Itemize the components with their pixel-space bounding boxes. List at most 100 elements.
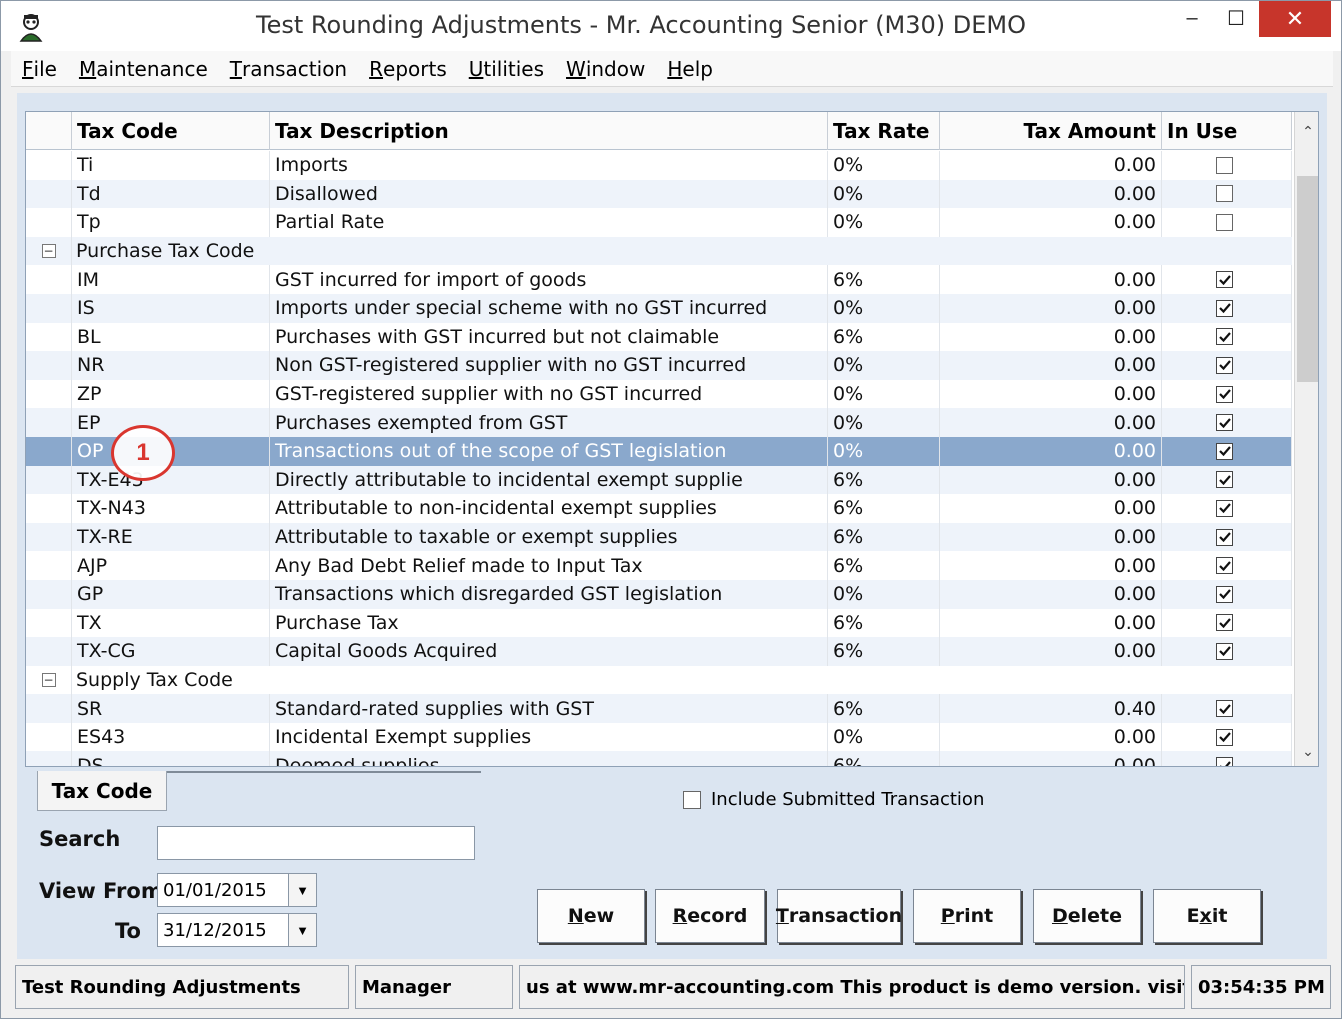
table-row[interactable]: BL Purchases with GST incurred but not cl… bbox=[26, 322, 1292, 352]
row-indicator bbox=[26, 608, 72, 638]
table-row[interactable]: ZP GST-registered supplier with no GST in… bbox=[26, 379, 1292, 409]
table-row[interactable]: IM GST incurred for import of goods 6% 0.00 bbox=[26, 265, 1292, 294]
table-row[interactable]: Tp Partial Rate 0% 0.00 bbox=[26, 208, 1292, 237]
in-use-checkbox[interactable] bbox=[1216, 299, 1233, 317]
in-use-checkbox[interactable] bbox=[1216, 385, 1233, 403]
in-use-checkbox[interactable] bbox=[1216, 614, 1233, 632]
table-row[interactable]: TX-CG Capital Goods Acquired 6% 0.00 bbox=[26, 637, 1292, 666]
cell-tax-description: Transactions out of the scope of GST leg… bbox=[270, 436, 828, 466]
cell-tax-rate: 0% bbox=[828, 293, 940, 323]
cell-tax-description: Purchase Tax bbox=[270, 608, 828, 638]
header-tax-amount[interactable]: Tax Amount bbox=[940, 112, 1162, 150]
in-use-checkbox[interactable] bbox=[1216, 213, 1233, 231]
in-use-checkbox[interactable] bbox=[1216, 528, 1233, 546]
in-use-checkbox[interactable] bbox=[1216, 356, 1233, 374]
in-use-checkbox[interactable] bbox=[1216, 642, 1233, 660]
table-row[interactable]: NR Non GST-registered supplier with no GS… bbox=[26, 351, 1292, 380]
in-use-checkbox[interactable] bbox=[1216, 328, 1233, 346]
menu-item[interactable]: Window bbox=[555, 51, 656, 87]
cell-tax-description: Deemed supplies bbox=[270, 751, 828, 766]
delete-button[interactable]: Delete bbox=[1033, 889, 1141, 943]
in-use-checkbox[interactable] bbox=[1216, 700, 1233, 718]
transaction-button[interactable]: Transaction bbox=[776, 889, 903, 943]
status-user: Manager bbox=[355, 965, 513, 1009]
in-use-checkbox[interactable] bbox=[1216, 185, 1233, 203]
table-row[interactable]: TX-N43 Attributable to non-incidental exe… bbox=[26, 494, 1292, 523]
exit-button[interactable]: Ex it bbox=[1153, 889, 1261, 943]
view-from-value[interactable]: 01/01/2015 bbox=[158, 874, 288, 906]
view-to-value[interactable]: 31/12/2015 bbox=[158, 914, 288, 946]
cell-tax-code: TX-CG bbox=[72, 637, 270, 666]
print-button-label: rint bbox=[954, 905, 994, 927]
menu-item-accel: W bbox=[566, 56, 586, 81]
scroll-up-icon[interactable]: ⌃ bbox=[1295, 116, 1318, 146]
cell-tax-amount: 0.00 bbox=[940, 637, 1162, 666]
record-button[interactable]: Record bbox=[655, 889, 765, 943]
chevron-down-icon[interactable]: ▼ bbox=[288, 874, 316, 906]
transaction-button-label: ransaction bbox=[788, 905, 903, 927]
table-row[interactable]: SR Standard-rated supplies with GST 6% 0.40 bbox=[26, 694, 1292, 723]
row-indicator bbox=[26, 351, 72, 380]
table-row[interactable]: IS Imports under special scheme with no G… bbox=[26, 293, 1292, 323]
include-submitted-option[interactable]: Include Submitted Transaction bbox=[683, 789, 984, 810]
collapse-icon[interactable]: − bbox=[41, 672, 56, 687]
menu-item[interactable]: Utilities bbox=[458, 51, 555, 87]
tab-tax-code[interactable]: Tax Code bbox=[37, 771, 167, 811]
include-submitted-checkbox[interactable] bbox=[683, 790, 701, 809]
table-row[interactable]: EP Purchases exempted from GST 0% 0.00 bbox=[26, 408, 1292, 437]
minimize-button[interactable]: ‒ bbox=[1169, 1, 1215, 35]
search-input[interactable] bbox=[157, 826, 475, 860]
scroll-down-icon[interactable]: ⌄ bbox=[1295, 736, 1318, 766]
table-row[interactable]: TX-RE Attributable to taxable or exempt s… bbox=[26, 522, 1292, 552]
group-row[interactable]: − Purchase Tax Code bbox=[26, 236, 1292, 266]
in-use-checkbox[interactable] bbox=[1216, 271, 1233, 289]
in-use-checkbox[interactable] bbox=[1216, 442, 1233, 460]
header-tax-code[interactable]: Tax Code bbox=[72, 112, 270, 150]
table-row[interactable]: TX-E43 Directly attributable to incidenta… bbox=[26, 465, 1292, 495]
close-button[interactable]: ✕ bbox=[1259, 1, 1331, 37]
in-use-checkbox[interactable] bbox=[1216, 557, 1233, 575]
in-use-checkbox[interactable] bbox=[1216, 585, 1233, 603]
cell-in-use bbox=[1162, 751, 1292, 766]
cell-tax-description: Any Bad Debt Relief made to Input Tax bbox=[270, 551, 828, 580]
menu-item[interactable]: Help bbox=[656, 51, 724, 87]
menu-item[interactable]: Reports bbox=[358, 51, 458, 87]
table-row[interactable]: DS Deemed supplies 6% 0.00 bbox=[26, 751, 1292, 766]
table-row[interactable]: TX Purchase Tax 6% 0.00 bbox=[26, 608, 1292, 638]
header-tax-description[interactable]: Tax Description bbox=[270, 112, 828, 150]
table-row[interactable]: OP Transactions out of the scope of GST l… bbox=[26, 436, 1292, 466]
view-to-date-field[interactable]: 31/12/2015 ▼ bbox=[157, 913, 317, 947]
table-row[interactable]: Td Disallowed 0% 0.00 bbox=[26, 179, 1292, 209]
table-row[interactable]: AJP Any Bad Debt Relief made to Input Tax… bbox=[26, 551, 1292, 580]
in-use-checkbox[interactable] bbox=[1216, 757, 1233, 766]
collapse-icon[interactable]: − bbox=[41, 244, 56, 259]
in-use-checkbox[interactable] bbox=[1216, 156, 1233, 174]
cell-tax-rate: 0% bbox=[828, 436, 940, 466]
header-indicator bbox=[26, 112, 72, 150]
menu-item[interactable]: Maintenance bbox=[68, 51, 219, 87]
table-row[interactable]: Ti Imports 0% 0.00 bbox=[26, 151, 1292, 180]
cell-tax-description: GST incurred for import of goods bbox=[270, 265, 828, 294]
new-button[interactable]: New bbox=[537, 889, 645, 943]
in-use-checkbox[interactable] bbox=[1216, 728, 1233, 746]
header-in-use[interactable]: In Use bbox=[1162, 112, 1292, 150]
group-row[interactable]: − Supply Tax Code bbox=[26, 665, 1292, 695]
in-use-checkbox[interactable] bbox=[1216, 499, 1233, 517]
scroll-thumb[interactable] bbox=[1297, 176, 1318, 382]
table-row[interactable]: ES43 Incidental Exempt supplies 0% 0.00 bbox=[26, 722, 1292, 752]
maximize-button[interactable]: ☐ bbox=[1213, 1, 1259, 35]
row-indicator bbox=[26, 579, 72, 609]
view-from-date-field[interactable]: 01/01/2015 ▼ bbox=[157, 873, 317, 907]
cell-tax-rate: 0% bbox=[828, 351, 940, 380]
cell-tax-rate: 0% bbox=[828, 579, 940, 609]
table-row[interactable]: GP Transactions which disregarded GST leg… bbox=[26, 579, 1292, 609]
chevron-down-icon[interactable]: ▼ bbox=[288, 914, 316, 946]
menu-item[interactable]: File bbox=[11, 51, 68, 87]
print-button[interactable]: Print bbox=[913, 889, 1021, 943]
menu-item[interactable]: Transaction bbox=[219, 51, 358, 87]
vertical-scrollbar[interactable]: ⌃ ⌄ bbox=[1294, 112, 1318, 766]
in-use-checkbox[interactable] bbox=[1216, 414, 1233, 432]
cell-tax-description: Imports under special scheme with no GST… bbox=[270, 293, 828, 323]
in-use-checkbox[interactable] bbox=[1216, 471, 1233, 489]
header-tax-rate[interactable]: Tax Rate bbox=[828, 112, 940, 150]
